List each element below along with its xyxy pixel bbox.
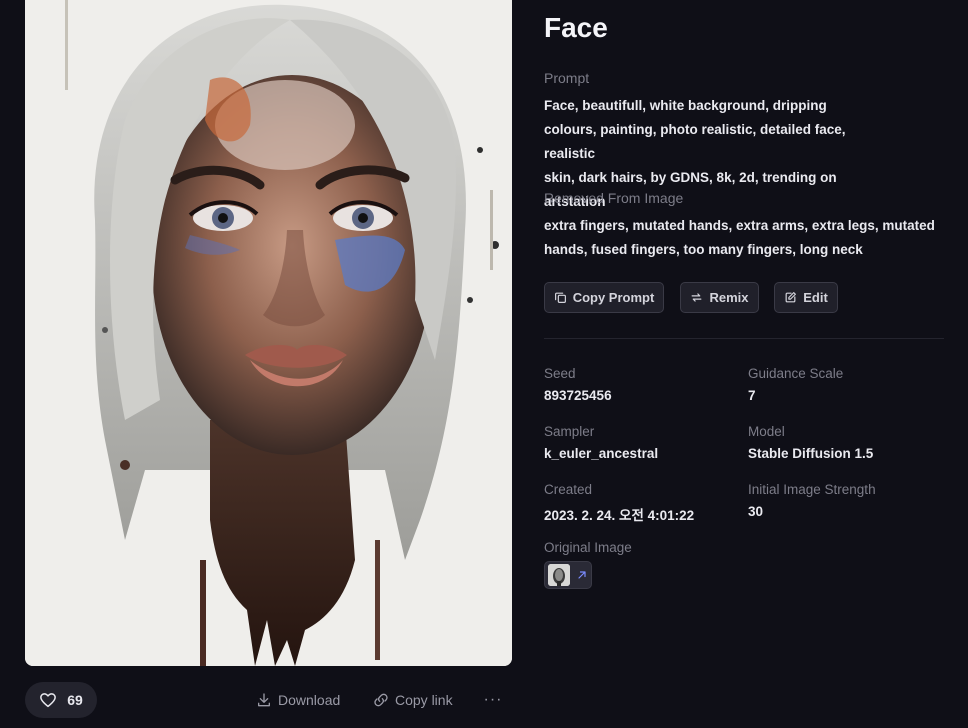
remix-button[interactable]: Remix: [680, 282, 759, 313]
initial-image-strength-value: 30: [748, 504, 764, 519]
seed-label: Seed: [544, 366, 576, 381]
copy-link-label: Copy link: [395, 692, 453, 708]
generated-image[interactable]: [25, 0, 512, 666]
prompt-label: Prompt: [544, 70, 590, 86]
link-icon: [374, 693, 388, 707]
negative-prompt-text: extra fingers, mutated hands, extra arms…: [544, 214, 944, 262]
created-label: Created: [544, 482, 593, 497]
like-count: 69: [67, 692, 83, 708]
like-button[interactable]: 69: [25, 682, 97, 718]
section-divider: [544, 338, 944, 339]
more-icon: ···: [483, 691, 503, 708]
negative-prompt-line: extra fingers, mutated hands, extra arms…: [544, 218, 935, 233]
created-value: 2023. 2. 24. 오전 4:01:22: [544, 508, 695, 523]
seed-value: 893725456: [544, 388, 612, 403]
negative-prompt-line: hands, fused fingers, too many fingers, …: [544, 242, 863, 257]
copy-icon: [554, 292, 566, 303]
sampler-label: Sampler: [544, 424, 595, 439]
copy-prompt-label: Copy Prompt: [572, 290, 655, 305]
image-detail-page: 69 Download Copy link ··· Face Prompt Fa…: [0, 0, 968, 728]
original-image-thumbnail-art: [548, 564, 570, 586]
original-image-link[interactable]: [544, 561, 592, 589]
download-label: Download: [278, 692, 341, 708]
prompt-line: Face, beautifull, white background, drip…: [544, 98, 827, 113]
heart-icon: [40, 693, 57, 708]
edit-label: Edit: [803, 290, 828, 305]
original-image-thumbnail: [548, 564, 570, 586]
more-options-button[interactable]: ···: [484, 686, 502, 714]
model-value: Stable Diffusion 1.5: [748, 446, 874, 461]
edit-button[interactable]: Edit: [774, 282, 838, 313]
copy-prompt-button[interactable]: Copy Prompt: [544, 282, 664, 313]
prompt-line: colours, painting, photo realistic, deta…: [544, 122, 846, 161]
removed-from-image-label: Removed From Image: [544, 190, 684, 206]
guidance-scale-label: Guidance Scale: [748, 366, 844, 381]
guidance-scale-value: 7: [748, 388, 756, 403]
sampler-value: k_euler_ancestral: [544, 446, 659, 461]
remix-label: Remix: [709, 290, 749, 305]
remix-icon: [692, 293, 702, 302]
model-label: Model: [748, 424, 785, 439]
initial-image-strength-label: Initial Image Strength: [748, 482, 876, 497]
copy-link-button[interactable]: Copy link: [373, 689, 453, 711]
page-title: Face: [544, 12, 608, 43]
edit-icon: [785, 292, 797, 303]
portrait-artwork: [25, 0, 512, 666]
download-button[interactable]: Download: [256, 689, 340, 711]
original-image-label: Original Image: [544, 540, 632, 555]
external-link-icon: [578, 571, 586, 579]
download-icon: [258, 693, 270, 707]
